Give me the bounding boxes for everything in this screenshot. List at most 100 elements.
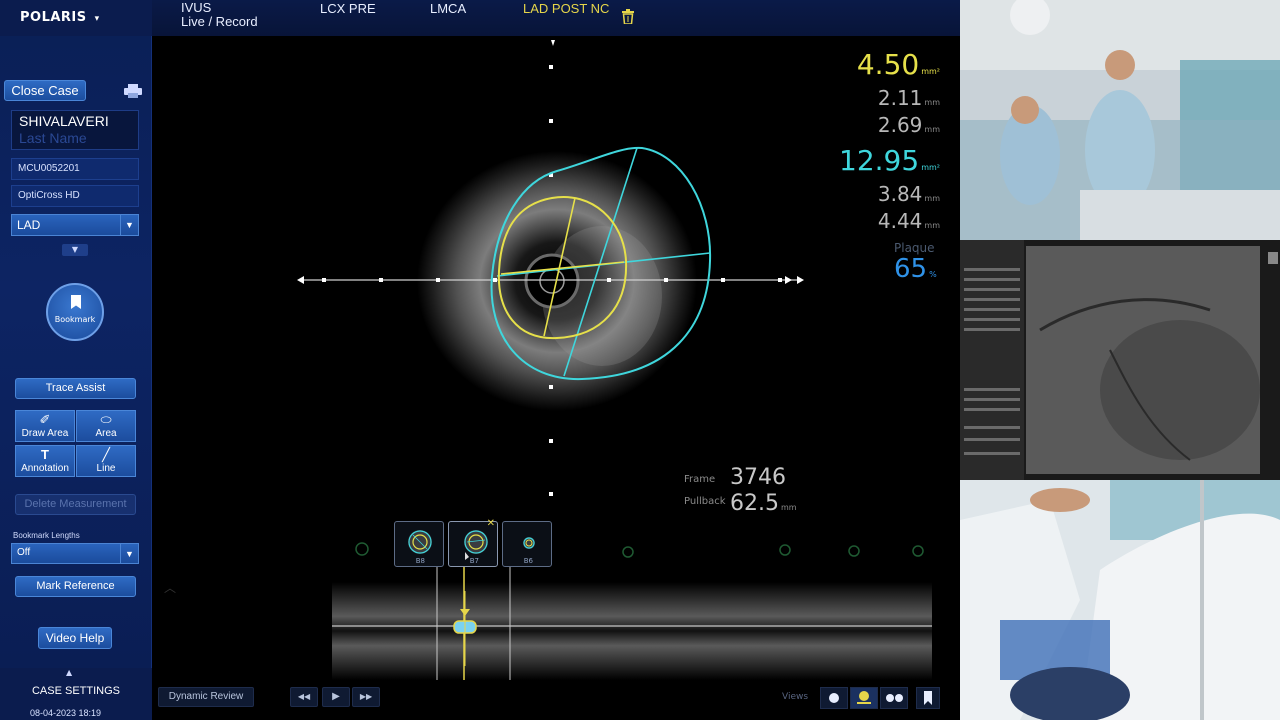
tab-lcx-pre[interactable]: LCX PRE	[320, 1, 376, 16]
vessel-area: 12.95 mm²	[820, 146, 940, 183]
thumbnail-number: B7	[469, 557, 479, 565]
plaque-value: 65	[894, 254, 928, 284]
lumen-max-value: 2.69	[877, 113, 923, 137]
line-button[interactable]: ╱ Line	[76, 445, 136, 477]
vessel-min-value: 3.84	[877, 182, 923, 206]
bookmark-view-button[interactable]	[916, 687, 940, 709]
dynamic-review-button[interactable]: Dynamic Review	[158, 687, 254, 707]
ivus-viewer: ︿ 4.50 mm² 2.11 mm 2.69 mm 12.95 mm² 3.84 mm …	[152, 36, 960, 720]
cath-lab-video-panel	[960, 0, 1280, 720]
pullback-unit: mm	[780, 503, 797, 512]
vessel-max-value: 4.44	[877, 209, 923, 233]
chevron-up-icon[interactable]: ▲	[66, 668, 72, 677]
angiography-feed	[960, 240, 1280, 480]
pullback-label: Pullback	[684, 496, 726, 507]
ruler-arrow-top[interactable]	[551, 40, 555, 46]
sidebar: POLARIS ▾ Close Case SHIVALAVERI Last Na…	[0, 0, 152, 720]
patient-name-field[interactable]: SHIVALAVERI Last Name	[11, 110, 139, 150]
thumbnail-number: B6	[523, 557, 533, 565]
vessel-area-unit: mm²	[921, 163, 940, 172]
ruler-arrow-right[interactable]	[797, 276, 804, 284]
bookmark-icon	[924, 691, 932, 705]
procedure-camera-feed	[960, 480, 1280, 720]
frame-value: 3746	[730, 465, 786, 490]
ruler-arrow-left[interactable]	[297, 276, 304, 284]
patient-id-field[interactable]: MCU0052201	[11, 158, 139, 180]
vessel-select-value: LAD	[17, 218, 41, 232]
trash-icon[interactable]	[622, 9, 634, 24]
views-label: Views	[782, 692, 809, 702]
bookmark-thumbnail[interactable]: B6	[502, 521, 552, 567]
case-settings-panel: ▲ CASE SETTINGS 08-04-2023 18:19	[0, 668, 152, 720]
expand-chevron-icon[interactable]: ▼	[62, 244, 88, 256]
video-help-button[interactable]: Video Help	[38, 627, 112, 649]
pullback-value: 62.5	[730, 491, 779, 516]
play-button[interactable]: ▶	[322, 687, 350, 707]
bookmark-lengths-select[interactable]: Off ▼	[11, 543, 139, 564]
area-icon: ⬭	[100, 412, 112, 427]
room-camera-feed	[960, 0, 1280, 240]
bookmark-thumbnail[interactable]: ✕ B7	[448, 518, 498, 567]
view-split-button[interactable]	[850, 687, 878, 709]
lumen-area: 4.50 mm²	[820, 50, 940, 87]
print-icon[interactable]	[124, 84, 142, 98]
ruler-arrow-right-2[interactable]	[785, 276, 792, 284]
chevron-down-icon: ▼	[120, 215, 138, 235]
annotation-label: Annotation	[21, 463, 69, 474]
view-split-icon	[857, 691, 871, 704]
plaque-burden: 65%	[894, 254, 937, 284]
tab-lad-post-nc[interactable]: LAD POST NC	[523, 1, 609, 16]
brand-label: POLARIS	[20, 10, 87, 25]
tab-live-record-label: Live / Record	[181, 14, 258, 29]
tab-ivus-live[interactable]: IVUS Live / Record	[181, 1, 258, 29]
forward-button[interactable]: ▶▶	[352, 687, 380, 707]
frame-label: Frame	[684, 474, 716, 485]
catheter-field[interactable]: OptiCross HD	[11, 185, 139, 207]
lumen-area-unit: mm²	[921, 67, 940, 76]
mark-reference-button[interactable]: Mark Reference	[15, 576, 136, 597]
lumen-min-diameter: 2.11 mm	[820, 87, 940, 114]
bookmark-lengths-value: Off	[17, 547, 31, 558]
annotation-button[interactable]: T Annotation	[15, 445, 75, 477]
tab-lmca[interactable]: LMCA	[430, 1, 466, 16]
catheter-core	[539, 268, 565, 294]
lumen-min-unit: mm	[924, 98, 940, 107]
draw-area-button[interactable]: ✐ Draw Area	[15, 410, 75, 442]
area-button[interactable]: ⬭ Area	[76, 410, 136, 442]
delete-measurement-button[interactable]: Delete Measurement	[15, 494, 136, 515]
brand-menu[interactable]: POLARIS ▾	[0, 0, 152, 36]
draw-area-icon: ✐	[39, 412, 51, 427]
annotation-icon: T	[41, 447, 49, 462]
vessel-select[interactable]: LAD ▼	[11, 214, 139, 236]
lumen-max-unit: mm	[924, 125, 940, 134]
lumen-measurements: 4.50 mm² 2.11 mm 2.69 mm	[820, 50, 940, 141]
vessel-max-unit: mm	[924, 221, 940, 230]
view-single-button[interactable]	[820, 687, 848, 709]
rewind-icon: ◀◀	[297, 692, 311, 701]
case-settings-button[interactable]: CASE SETTINGS	[0, 685, 152, 697]
view-dual-button[interactable]	[880, 687, 908, 709]
lumen-max-diameter: 2.69 mm	[820, 114, 940, 141]
draw-area-label: Draw Area	[21, 428, 69, 439]
date-time: 08-04-2023 18:19	[30, 708, 102, 718]
run-tabs: IVUS Live / Record LCX PRE LMCA LAD POST…	[152, 0, 960, 36]
line-label: Line	[96, 463, 116, 474]
collapse-chevron-icon[interactable]: ︿	[164, 581, 176, 595]
forward-icon: ▶▶	[359, 692, 373, 701]
chevron-down-icon: ▾	[94, 14, 100, 24]
patient-last-name-placeholder: Last Name	[19, 130, 87, 146]
bookmark-button[interactable]: Bookmark	[46, 283, 104, 341]
bookmark-lengths-label: Bookmark Lengths	[13, 531, 80, 540]
close-icon[interactable]: ✕	[487, 518, 495, 529]
area-label: Area	[95, 428, 117, 439]
chevron-down-icon: ▼	[120, 544, 138, 564]
bookmark-thumbnail[interactable]: B8	[394, 521, 444, 567]
vessel-min-diameter: 3.84 mm	[820, 183, 940, 210]
trace-assist-button[interactable]: Trace Assist	[15, 378, 136, 399]
lumen-area-value: 4.50	[856, 48, 920, 81]
view-dual-icon	[886, 694, 903, 702]
tab-ivus-label: IVUS	[181, 0, 212, 15]
close-case-button[interactable]: Close Case	[4, 80, 86, 101]
rewind-button[interactable]: ◀◀	[290, 687, 318, 707]
longitudinal-view[interactable]	[332, 582, 932, 680]
